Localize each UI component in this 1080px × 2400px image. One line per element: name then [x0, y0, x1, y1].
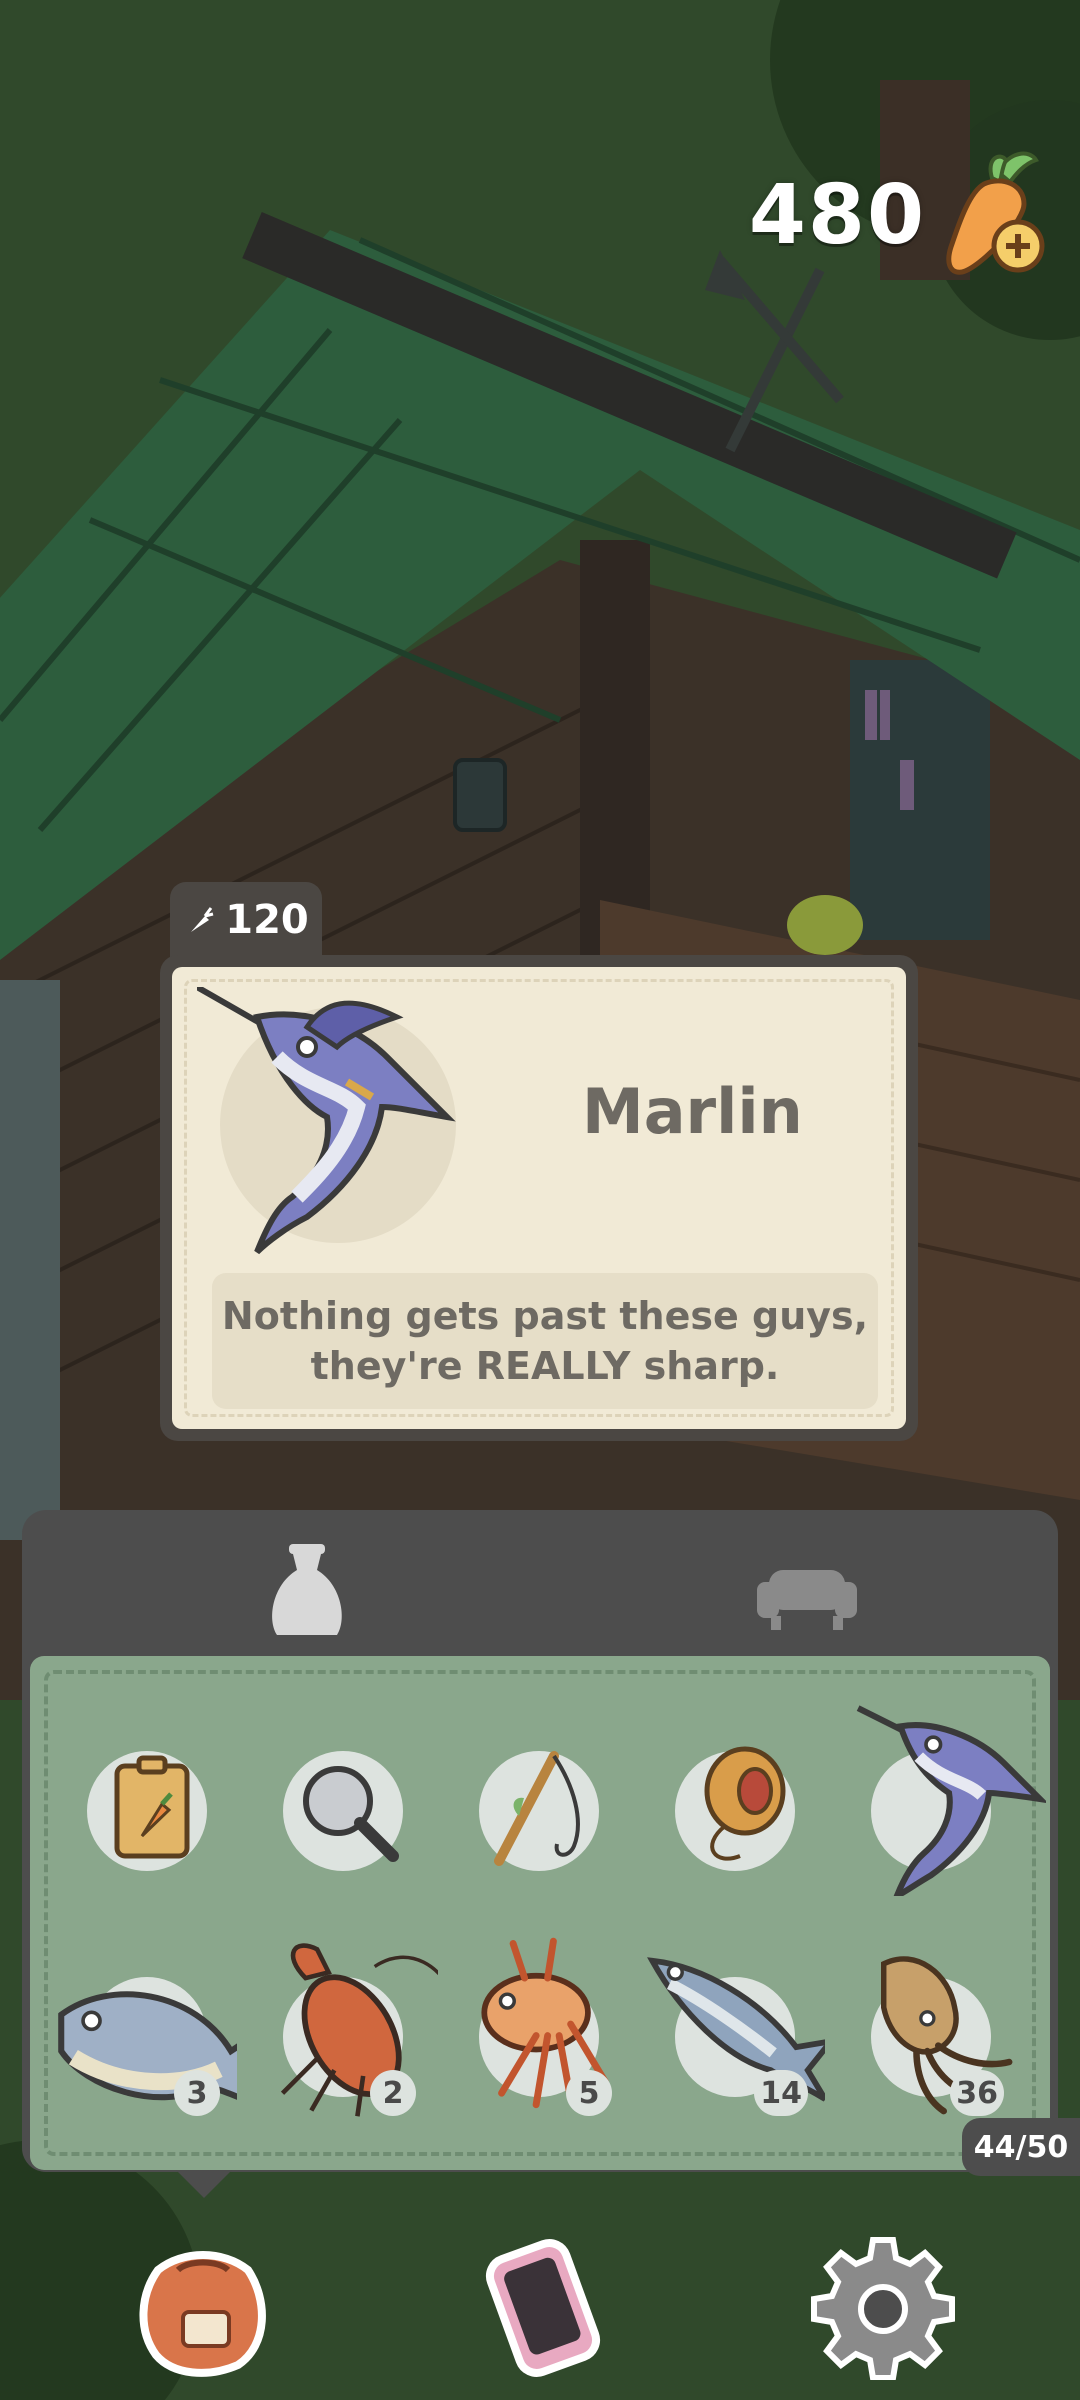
fishing-rod-icon [494, 1751, 580, 1866]
item-count: 36 [950, 2070, 1004, 2116]
inventory-slot[interactable]: 36 [866, 1956, 1013, 2116]
yo-yo-icon [704, 1746, 786, 1861]
item-name: Marlin [582, 1075, 803, 1148]
item-description: Nothing gets past these guys, they're RE… [212, 1273, 878, 1409]
phone-icon[interactable] [468, 2230, 618, 2380]
carrot-plus-icon[interactable] [940, 150, 1050, 280]
inventory-slot[interactable] [278, 1746, 408, 1876]
price-value: 120 [225, 897, 309, 943]
squid-icon [881, 1956, 1013, 2115]
item-count: 5 [566, 2070, 612, 2116]
inventory-slot[interactable]: 14 [647, 1957, 825, 2116]
currency-display[interactable]: 480 [749, 150, 1050, 280]
seed-packet-icon [114, 1755, 190, 1859]
inventory-slot[interactable] [670, 1746, 800, 1876]
carrot-icon [191, 907, 214, 932]
settings-gear-icon[interactable] [808, 2230, 958, 2380]
currency-amount: 480 [748, 167, 926, 263]
furniture-icon[interactable] [747, 1530, 867, 1650]
price-tag: 120 [170, 882, 322, 958]
marlin-icon [197, 987, 456, 1255]
inventory-bag-icon[interactable] [128, 2230, 278, 2380]
panel-pointer [176, 2170, 232, 2198]
inventory-slot[interactable] [856, 1705, 1046, 1896]
item-count: 3 [174, 2070, 220, 2116]
bag-icon[interactable] [247, 1530, 367, 1650]
item-tooltip: Marlin Nothing gets past these guys, the… [160, 955, 918, 1441]
item-count: 14 [754, 2070, 808, 2116]
inventory-panel: 3 2 5 14 36 [22, 1510, 1058, 2172]
inventory-slot[interactable]: 5 [474, 1937, 612, 2116]
inventory-tab-bar [22, 1510, 1058, 1660]
inventory-grid: 3 2 5 14 36 [30, 1656, 1050, 2170]
inventory-slot[interactable] [82, 1746, 212, 1876]
item-count: 2 [370, 2070, 416, 2116]
inventory-slot[interactable]: 3 [58, 1972, 237, 2116]
inventory-capacity: 44/50 [962, 2118, 1080, 2176]
magnifying-glass-icon [303, 1766, 399, 1862]
marlin-icon [856, 1705, 1046, 1896]
inventory-slot[interactable] [474, 1746, 604, 1876]
inventory-slot[interactable]: 2 [278, 1943, 438, 2117]
